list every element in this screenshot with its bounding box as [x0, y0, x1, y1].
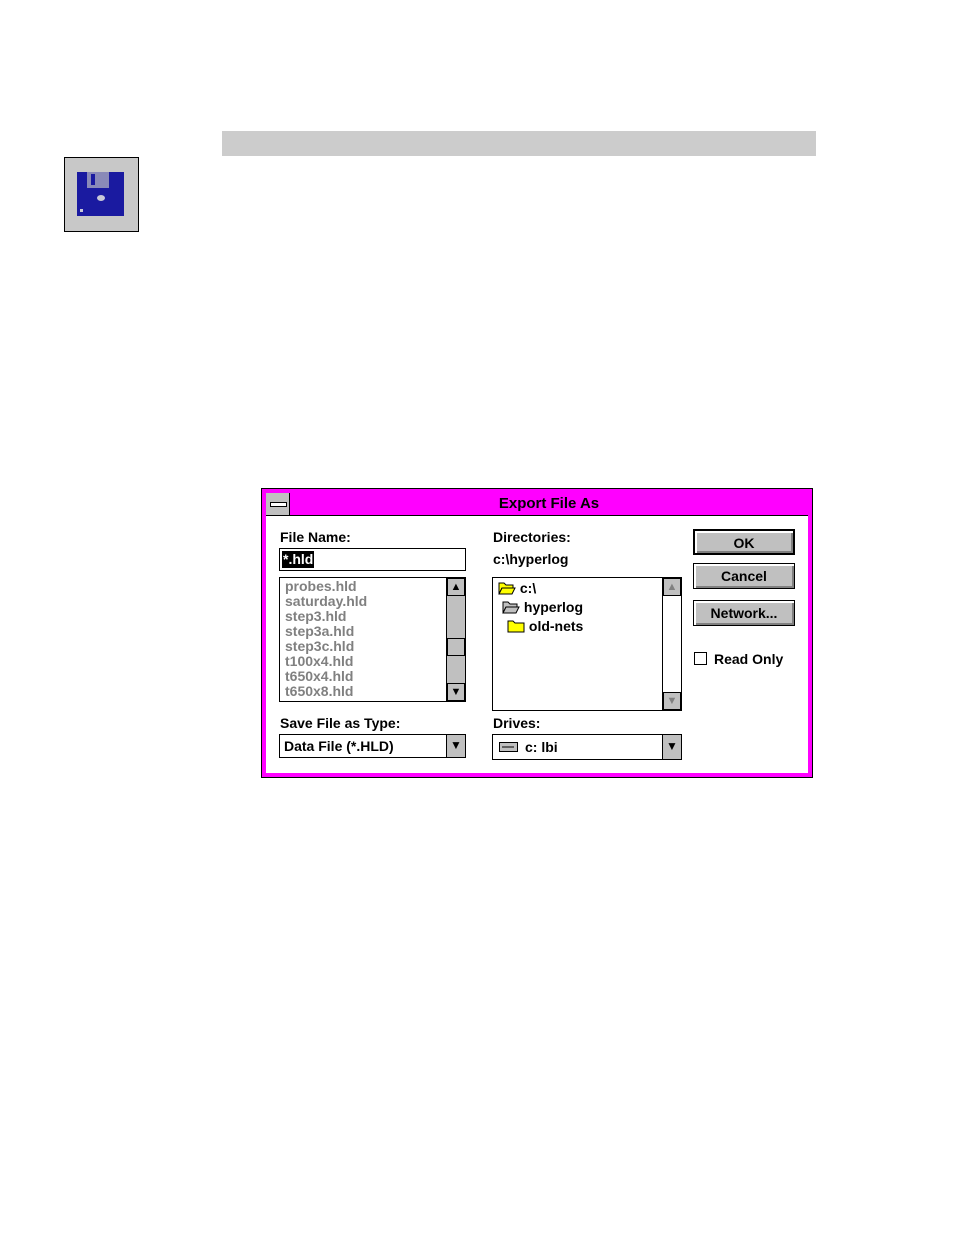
cancel-button[interactable]: Cancel [693, 563, 795, 589]
file-name-value: *.hld [282, 551, 315, 568]
directories-label: Directories: [493, 529, 571, 545]
arrow-up-icon[interactable]: ▲ [663, 578, 681, 596]
folder-icon [507, 620, 525, 633]
dialog-title: Export File As [498, 495, 600, 512]
scroll-thumb[interactable] [447, 638, 465, 656]
read-only-checkbox[interactable] [694, 652, 707, 665]
list-item[interactable]: t650x4.hld [280, 669, 465, 684]
folder-open-icon [498, 582, 516, 595]
directory-list[interactable]: c:\ hyperlog old-nets ▲ ▼ [492, 577, 682, 711]
directory-item-root[interactable]: c:\ [498, 580, 536, 596]
arrow-down-icon[interactable]: ▼ [446, 735, 465, 757]
list-item[interactable]: step3.hld [280, 609, 465, 624]
list-item[interactable]: step3a.hld [280, 624, 465, 639]
arrow-down-icon[interactable]: ▼ [663, 692, 681, 710]
network-button[interactable]: Network... [693, 600, 795, 626]
drive-icon [499, 742, 518, 752]
file-list[interactable]: probes.hld saturday.hld step3.hld step3a… [279, 577, 466, 702]
system-menu-icon[interactable] [266, 493, 290, 515]
arrow-down-icon[interactable]: ▼ [662, 735, 681, 759]
current-directory: c:\hyperlog [493, 551, 569, 567]
read-only-label[interactable]: Read Only [714, 651, 783, 667]
file-name-label: File Name: [280, 529, 351, 545]
save-type-select[interactable]: Data File (*.HLD) ▼ [279, 734, 466, 758]
export-file-dialog: Export File As File Name: *.hld probes.h… [261, 488, 813, 778]
list-item[interactable]: step3c.hld [280, 639, 465, 654]
header-bar [222, 131, 816, 156]
drives-value: c: lbi [525, 739, 558, 755]
directory-item-old-nets[interactable]: old-nets [507, 618, 583, 634]
list-item[interactable]: t650x8.hld [280, 684, 465, 699]
folder-open-icon [502, 601, 520, 614]
file-list-scrollbar[interactable]: ▲ ▼ [446, 578, 465, 701]
arrow-up-icon[interactable]: ▲ [447, 578, 465, 596]
directory-list-scrollbar[interactable]: ▲ ▼ [662, 578, 681, 710]
drives-label: Drives: [493, 715, 541, 731]
file-name-input[interactable]: *.hld [279, 548, 466, 571]
save-type-label: Save File as Type: [280, 715, 401, 731]
drives-select[interactable]: c: lbi ▼ [492, 734, 682, 760]
directory-item-hyperlog[interactable]: hyperlog [502, 599, 583, 615]
dialog-client: File Name: *.hld probes.hld saturday.hld… [266, 516, 808, 773]
title-bar[interactable]: Export File As [266, 493, 808, 516]
arrow-down-icon[interactable]: ▼ [447, 683, 465, 701]
save-disk-icon [64, 157, 139, 232]
list-item[interactable]: t100x4.hld [280, 654, 465, 669]
list-item[interactable]: saturday.hld [280, 594, 465, 609]
list-item[interactable]: probes.hld [280, 579, 465, 594]
ok-button[interactable]: OK [693, 529, 795, 555]
save-type-value: Data File (*.HLD) [284, 738, 394, 754]
